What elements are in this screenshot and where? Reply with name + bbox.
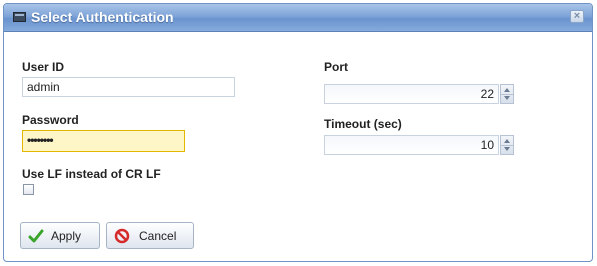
- timeout-input[interactable]: 10: [324, 135, 499, 155]
- apply-label: Apply: [51, 229, 82, 243]
- port-increment-icon[interactable]: [504, 88, 510, 92]
- password-input[interactable]: ••••••••: [22, 130, 185, 152]
- port-decrement-icon[interactable]: [504, 96, 510, 100]
- window-icon: [13, 12, 26, 22]
- apply-button[interactable]: Apply: [20, 222, 100, 249]
- spinner-divider: [501, 94, 513, 95]
- password-label: Password: [22, 113, 79, 127]
- user-id-label: User ID: [22, 60, 65, 74]
- lf-option-label: Use LF instead of CR LF: [22, 167, 161, 181]
- cancel-button[interactable]: Cancel: [106, 222, 194, 249]
- cancel-icon: [114, 228, 130, 244]
- port-input[interactable]: 22: [324, 84, 499, 104]
- port-label: Port: [324, 60, 348, 74]
- checkmark-icon: [28, 229, 44, 243]
- title-bar[interactable]: Select Authentication ×: [4, 4, 592, 32]
- lf-option-checkbox[interactable]: [23, 184, 34, 195]
- timeout-increment-icon[interactable]: [504, 139, 510, 143]
- timeout-spinner[interactable]: [500, 135, 514, 155]
- port-spinner[interactable]: [500, 84, 514, 104]
- spinner-divider: [501, 145, 513, 146]
- close-button[interactable]: ×: [570, 10, 584, 23]
- cancel-label: Cancel: [139, 229, 177, 243]
- authentication-dialog: Select Authentication × User ID admin Pa…: [3, 3, 593, 262]
- dialog-title: Select Authentication: [31, 9, 174, 25]
- timeout-decrement-icon[interactable]: [504, 147, 510, 151]
- timeout-label: Timeout (sec): [324, 117, 402, 131]
- user-id-input[interactable]: admin: [22, 77, 235, 97]
